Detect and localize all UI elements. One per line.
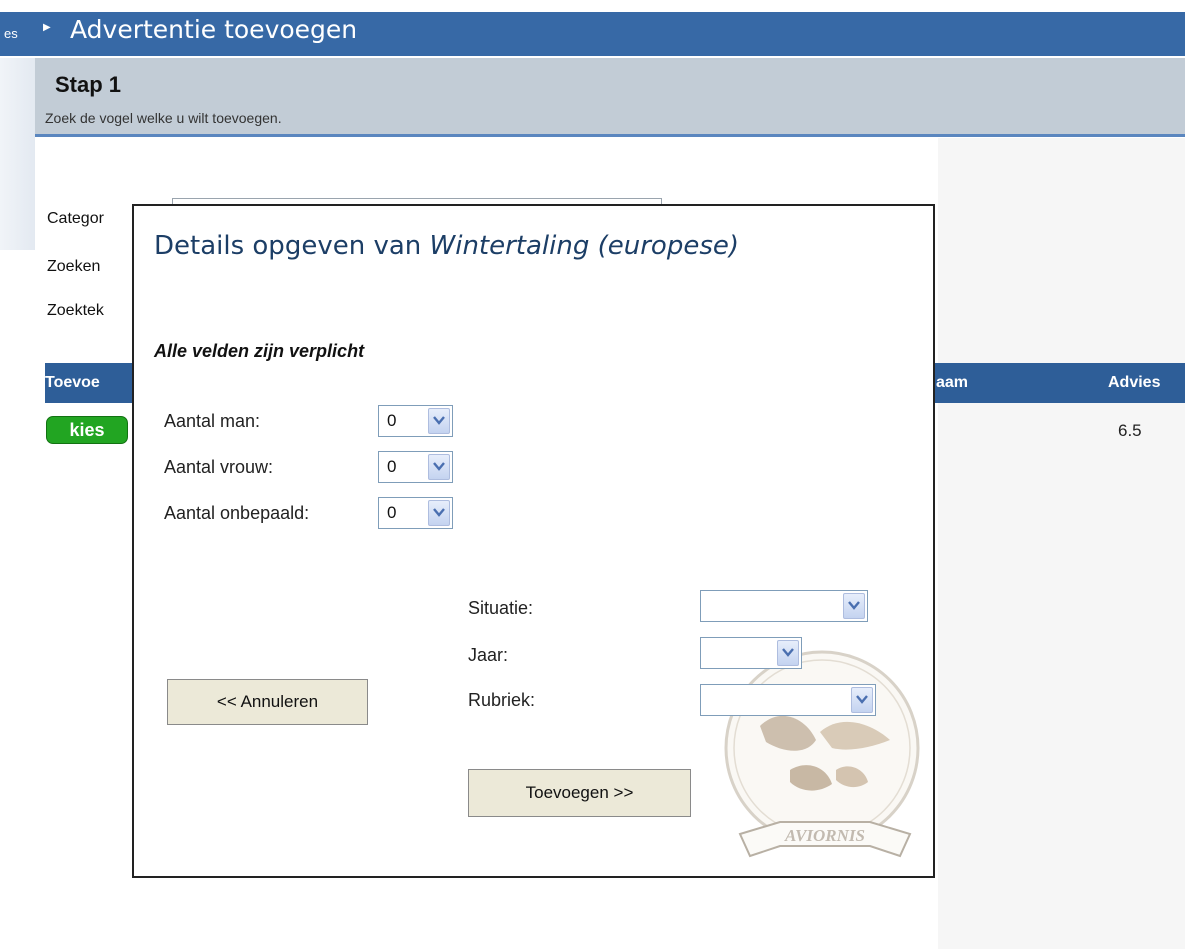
page-title: Advertentie toevoegen xyxy=(70,15,358,44)
advies-cell: 6.5 xyxy=(1118,421,1142,440)
situation-select[interactable] xyxy=(700,590,868,622)
step-box: Stap 1 Zoek de vogel welke u wilt toevoe… xyxy=(35,58,1185,137)
breadcrumb-fragment[interactable]: es xyxy=(4,26,18,41)
required-note: Alle velden zijn verplicht xyxy=(154,341,365,361)
year-select[interactable] xyxy=(700,637,802,669)
chevron-down-icon[interactable] xyxy=(428,454,450,480)
kies-button[interactable]: kies xyxy=(46,416,128,444)
add-button[interactable]: Toevoegen >> xyxy=(468,769,691,817)
right-panel-background xyxy=(938,138,1185,949)
chevron-down-icon[interactable] xyxy=(428,408,450,434)
female-count-select[interactable]: 0 xyxy=(378,451,453,483)
situation-label: Situatie: xyxy=(468,598,534,618)
search-label: Zoeken xyxy=(47,258,101,275)
female-count-label: Aantal vrouw: xyxy=(164,457,274,477)
undetermined-count-label: Aantal onbepaald: xyxy=(164,503,310,523)
aviornis-logo: AVIORNIS xyxy=(724,650,920,858)
undetermined-count-value: 0 xyxy=(387,503,397,522)
column-header-add: Toevoe xyxy=(45,374,100,391)
logo-text: AVIORNIS xyxy=(784,826,865,845)
left-sidebar-strip xyxy=(0,58,35,250)
chevron-down-icon[interactable] xyxy=(851,687,873,713)
step-subtitle: Zoek de vogel welke u wilt toevoegen. xyxy=(45,110,282,126)
search-text-label: Zoektek xyxy=(47,302,104,319)
year-label: Jaar: xyxy=(468,645,509,665)
female-count-value: 0 xyxy=(387,457,397,476)
step-title: Stap 1 xyxy=(55,72,122,97)
column-header-advies: Advies xyxy=(1108,374,1161,391)
chevron-down-icon[interactable] xyxy=(843,593,865,619)
dialog-title-prefix: Details opgeven van xyxy=(154,231,430,261)
chevron-down-icon[interactable] xyxy=(777,640,799,666)
page-header: es ▶ Advertentie toevoegen xyxy=(0,12,1185,56)
male-count-select[interactable]: 0 xyxy=(378,405,453,437)
rubric-label: Rubriek: xyxy=(468,690,536,710)
category-label: Categor xyxy=(47,210,104,227)
details-dialog: Details opgeven van Wintertaling (europe… xyxy=(132,204,935,878)
chevron-down-icon[interactable] xyxy=(428,500,450,526)
dialog-title: Details opgeven van Wintertaling (europe… xyxy=(154,231,739,261)
cancel-button[interactable]: << Annuleren xyxy=(167,679,368,725)
male-count-value: 0 xyxy=(387,411,397,430)
undetermined-count-select[interactable]: 0 xyxy=(378,497,453,529)
column-header-name: aam xyxy=(936,374,969,391)
rubric-select[interactable] xyxy=(700,684,876,716)
breadcrumb-arrow-icon: ▶ xyxy=(43,22,51,33)
male-count-label: Aantal man: xyxy=(164,411,261,431)
bird-name: Wintertaling (europese) xyxy=(429,231,740,261)
